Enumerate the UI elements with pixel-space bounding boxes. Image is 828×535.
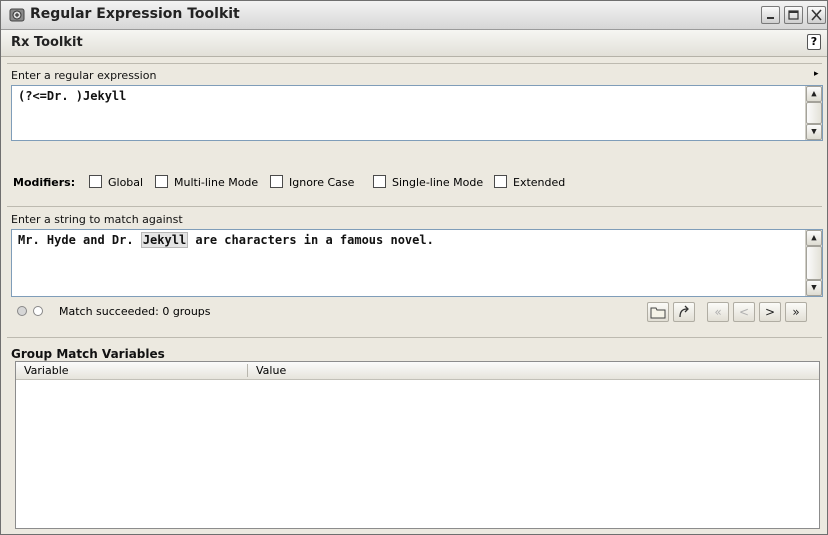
expand-arrow-icon[interactable]: ▸ [814,69,819,79]
divider [7,206,822,207]
last-match-button[interactable]: » [785,302,807,322]
regex-scrollbar[interactable]: ▲ ▼ [805,86,822,140]
toolkit-app-icon [9,7,25,23]
modifiers-label: Modifiers: [13,176,76,189]
help-icon[interactable]: ? [807,34,821,50]
app-window: Regular Expression Toolkit Rx Toolkit ? … [0,0,828,535]
group-match-title: Group Match Variables [11,347,165,361]
regex-input-value: (?<=Dr. )Jekyll [18,89,127,103]
divider [7,63,822,64]
regex-input[interactable]: (?<=Dr. )Jekyll ▲ ▼ [11,85,823,141]
folder-icon [650,307,666,319]
column-header-value[interactable]: Value [256,364,286,377]
checkbox-label: Ignore Case [289,176,355,189]
prev-match-button[interactable]: < [733,302,755,322]
divider [7,337,822,338]
checkbox-label: Global [108,176,144,189]
checkbox-box[interactable] [494,175,507,188]
scroll-down-icon[interactable]: ▼ [806,280,822,296]
match-string-label: Enter a string to match against [11,213,183,226]
panel-header: Rx Toolkit ? [1,30,827,57]
match-highlight: Jekyll [140,232,189,248]
minimize-button[interactable] [761,6,780,24]
checkbox-label: Extended [513,176,566,189]
checkbox-label: Multi-line Mode [174,176,259,189]
close-button[interactable] [807,6,826,24]
status-bar: Match succeeded: 0 groups « < > » [7,299,822,325]
replace-button[interactable] [673,302,695,322]
open-folder-button[interactable] [647,302,669,322]
curved-arrow-icon [679,305,689,318]
title-bar[interactable]: Regular Expression Toolkit [1,1,827,30]
match-text-after: are characters in a famous novel. [188,233,434,247]
checkbox-box[interactable] [270,175,283,188]
checkbox-box[interactable] [155,175,168,188]
scroll-thumb[interactable] [806,246,822,280]
group-variables-table[interactable]: Variable Value [15,361,820,529]
checkbox-label: Single-line Mode [392,176,484,189]
checkbox-box[interactable] [373,175,386,188]
maximize-button[interactable] [784,6,803,24]
scroll-thumb[interactable] [806,102,822,124]
scroll-up-icon[interactable]: ▲ [806,86,822,102]
status-light-icon [33,306,43,316]
status-light-icon [17,306,27,316]
regex-label: Enter a regular expression [11,69,157,82]
match-scrollbar[interactable]: ▲ ▼ [805,230,822,296]
column-header-variable[interactable]: Variable [24,364,69,377]
panel-title: Rx Toolkit [11,35,83,50]
window-title: Regular Expression Toolkit [30,6,240,22]
modifiers-bar: Modifiers: Global Multi-line Mode Ignore… [7,173,822,193]
first-match-button[interactable]: « [707,302,729,322]
column-divider[interactable] [247,364,248,377]
scroll-up-icon[interactable]: ▲ [806,230,822,246]
next-match-button[interactable]: > [759,302,781,322]
match-status: Match succeeded: 0 groups [59,305,211,318]
match-text-before: Mr. Hyde and Dr. [18,233,141,247]
table-header: Variable Value [16,362,819,380]
scroll-down-icon[interactable]: ▼ [806,124,822,140]
match-string-input[interactable]: Mr. Hyde and Dr. Jekyll are characters i… [11,229,823,297]
checkbox-box[interactable] [89,175,102,188]
